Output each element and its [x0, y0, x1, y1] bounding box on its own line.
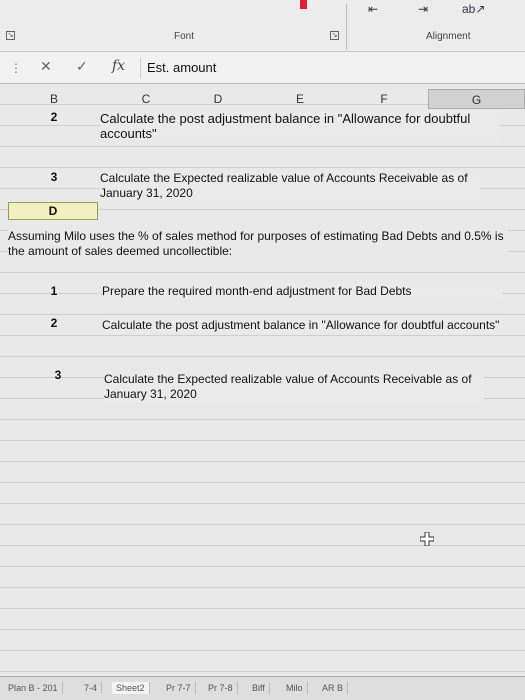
row-number: 3: [50, 170, 58, 184]
column-header-e[interactable]: E: [290, 89, 310, 109]
column-header-c[interactable]: C: [136, 89, 156, 109]
selected-cell-d[interactable]: D: [8, 202, 98, 220]
sheet-tab[interactable]: Pr 7-7: [162, 682, 196, 694]
row-number: 3: [54, 368, 62, 382]
task-text[interactable]: Prepare the required month-end adjustmen…: [102, 284, 502, 299]
orientation-icon[interactable]: ab↗: [462, 2, 485, 16]
task-text[interactable]: Calculate the Expected realizable value …: [104, 372, 484, 402]
sheet-tab[interactable]: Biff: [248, 682, 270, 694]
column-header-d[interactable]: D: [208, 89, 228, 109]
task-text[interactable]: Calculate the post adjustment balance in…: [102, 318, 502, 333]
decrease-indent-icon[interactable]: ⇤: [368, 2, 378, 16]
row-number: 2: [50, 316, 58, 330]
formula-input[interactable]: Est. amount: [140, 58, 525, 78]
font-color-indicator[interactable]: [300, 0, 307, 9]
ribbon: ⇤ ⇥ ab↗ ↘ Font ↘ Alignment: [0, 0, 525, 52]
part-d-intro[interactable]: Assuming Milo uses the % of sales method…: [8, 229, 508, 259]
column-header-b[interactable]: B: [44, 89, 64, 109]
sheet-tab[interactable]: Plan B - 201: [4, 682, 63, 694]
cancel-icon[interactable]: ✕: [40, 58, 52, 75]
sheet-tab[interactable]: AR B: [318, 682, 349, 694]
insert-function-icon[interactable]: fx: [112, 58, 125, 74]
increase-indent-icon[interactable]: ⇥: [418, 2, 428, 16]
worksheet[interactable]: B C D E F G 2 Calculate the post adjustm…: [0, 84, 525, 676]
task-text[interactable]: Calculate the post adjustment balance in…: [100, 111, 500, 141]
sheet-tab[interactable]: Milo: [282, 682, 308, 694]
alignment-group-label: Alignment: [426, 31, 471, 42]
sheet-tab[interactable]: 7-4: [80, 682, 103, 694]
enter-icon[interactable]: ✓: [76, 58, 88, 75]
more-icon[interactable]: ⋮: [10, 61, 22, 75]
sheet-tab-active[interactable]: Sheet2: [112, 682, 150, 694]
task-text[interactable]: Calculate the Expected realizable value …: [100, 171, 480, 201]
row-number: 2: [50, 110, 58, 124]
row-number: 1: [50, 284, 58, 298]
sheet-tab[interactable]: Pr 7-8: [204, 682, 238, 694]
clipboard-launcher-icon[interactable]: ↘: [6, 31, 15, 40]
formula-bar: ⋮ ✕ ✓ fx Est. amount: [0, 52, 525, 84]
column-header-f[interactable]: F: [374, 89, 394, 109]
ribbon-separator: [346, 4, 347, 50]
column-header-g[interactable]: G: [428, 89, 525, 109]
cell-cursor-icon: [420, 532, 434, 546]
font-launcher-icon[interactable]: ↘: [330, 31, 339, 40]
sheet-tabs: Plan B - 201 7-4 Sheet2 Pr 7-7 Pr 7-8 Bi…: [0, 676, 525, 700]
font-group-label: Font: [174, 31, 195, 42]
